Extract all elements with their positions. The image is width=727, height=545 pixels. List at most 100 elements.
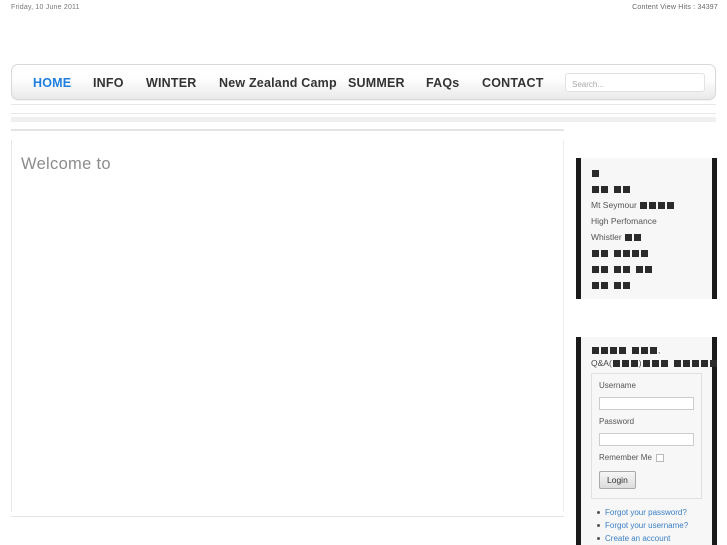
remember-me-row: Remember Me [599, 453, 694, 462]
login-title-punctuation: , [658, 345, 661, 355]
nav-item-contact[interactable]: CONTACT [482, 76, 544, 90]
sidebar-link-row[interactable] [591, 245, 702, 261]
login-title-prefix: Q&A( [591, 358, 612, 368]
sidebar-link-row[interactable] [591, 181, 702, 197]
nav-item-faqs[interactable]: FAQs [426, 76, 459, 90]
top-bar: Friday, 10 June 2011 Content View Hits :… [0, 0, 727, 20]
login-module-title: , Q&A() [591, 344, 717, 370]
missing-glyph-box [632, 347, 639, 354]
missing-glyph-box [592, 249, 599, 257]
missing-glyph-box [657, 201, 665, 209]
missing-glyph-box [624, 233, 632, 241]
username-label: Username [599, 381, 636, 390]
sidebar-link-row[interactable]: High Perfomance [591, 213, 702, 229]
missing-glyph-box [641, 347, 648, 354]
missing-glyph-box [632, 249, 639, 257]
missing-glyph-box [601, 347, 608, 354]
divider-band [11, 117, 716, 122]
missing-glyph-box [700, 360, 708, 367]
login-helper-links: Forgot your password? Forgot your usernam… [591, 506, 702, 545]
divider-line-3 [11, 129, 564, 131]
nav-item-new-zealand-camp[interactable]: New Zealand Camp [219, 76, 337, 90]
missing-glyph-box [614, 265, 621, 273]
missing-glyph-box [601, 185, 608, 193]
sidebar-link-row[interactable] [591, 277, 702, 293]
missing-glyph-box [601, 265, 608, 273]
login-title-mid: ) [638, 358, 642, 368]
main-content-area: Welcome to [11, 140, 564, 512]
page-title: Welcome to [21, 155, 111, 173]
nav-item-summer[interactable]: SUMMER [348, 76, 405, 90]
missing-glyph-box [623, 281, 630, 289]
missing-glyph-box [592, 169, 599, 177]
content-view-hits-label: Content View Hits : [632, 4, 696, 11]
login-module-right-bar [712, 337, 717, 545]
missing-glyph-box [691, 360, 699, 367]
missing-glyph-box [623, 265, 630, 273]
missing-glyph-box [666, 201, 674, 209]
missing-glyph-box [682, 360, 690, 367]
login-form: Username Password Remember Me Login [591, 373, 702, 499]
missing-glyph-box [592, 265, 599, 273]
missing-glyph-box [633, 233, 641, 241]
missing-glyph-box [592, 281, 599, 289]
divider-line-2 [11, 113, 716, 114]
missing-glyph-box [650, 347, 657, 354]
missing-glyph-box [641, 249, 648, 257]
missing-glyph-box [623, 249, 630, 257]
login-helper-link-item: Forgot your username? [597, 519, 702, 532]
search-input[interactable] [566, 76, 704, 93]
search-box[interactable] [565, 73, 705, 93]
sidebar-link-label: High Perfomance [591, 216, 657, 226]
sidebar-link-row[interactable] [591, 165, 702, 181]
current-date: Friday, 10 June 2011 [11, 4, 80, 11]
missing-glyph-box [623, 185, 630, 193]
username-input[interactable] [599, 397, 694, 410]
missing-glyph-box [645, 265, 652, 273]
missing-glyph-box [614, 249, 621, 257]
sidebar-link-label: Mt Seymour [591, 200, 637, 210]
missing-glyph-box [642, 360, 650, 367]
nav-item-home[interactable]: HOME [33, 76, 71, 90]
missing-glyph-box [709, 360, 717, 367]
missing-glyph-box [592, 185, 599, 193]
missing-glyph-box [639, 201, 647, 209]
login-helper-link-item: Create an account [597, 532, 702, 545]
login-helper-link[interactable]: Create an account [605, 534, 670, 543]
login-module-inner: , Q&A() Username Password Remember Me Log… [581, 337, 717, 545]
sidebar-links-module: Mt Seymour High Perfomance Whistler [576, 158, 717, 299]
missing-glyph-box [592, 347, 599, 354]
login-button[interactable]: Login [599, 471, 636, 489]
sidebar-link-label: Whistler [591, 232, 622, 242]
missing-glyph-box [651, 360, 659, 367]
nav-item-info[interactable]: INFO [93, 76, 124, 90]
remember-me-checkbox[interactable] [655, 453, 664, 462]
sidebar-link-row[interactable]: Whistler [591, 229, 702, 245]
missing-glyph-box [673, 360, 681, 367]
login-helper-link[interactable]: Forgot your password? [605, 508, 687, 517]
missing-glyph-box [614, 281, 621, 289]
missing-glyph-box [614, 185, 621, 193]
missing-glyph-box [601, 281, 608, 289]
missing-glyph-box [636, 265, 643, 273]
missing-glyph-box [610, 347, 617, 354]
sidebar-login-module: , Q&A() Username Password Remember Me Log… [576, 337, 717, 545]
login-helper-link-item: Forgot your password? [597, 506, 702, 519]
missing-glyph-box [612, 360, 620, 367]
divider-line-1 [11, 104, 716, 105]
main-navigation: HOME INFO WINTER New Zealand Camp SUMMER FAQs… [11, 64, 716, 100]
password-label: Password [599, 417, 635, 426]
password-input[interactable] [599, 433, 694, 446]
nav-item-winter[interactable]: WINTER [146, 76, 197, 90]
missing-glyph-box [630, 360, 638, 367]
sidebar-link-row[interactable] [591, 261, 702, 277]
missing-glyph-box [621, 360, 629, 367]
missing-glyph-box [619, 347, 626, 354]
content-view-hits: Content View Hits : 34397 [632, 4, 718, 11]
module-right-bar [712, 158, 717, 299]
missing-glyph-box [601, 249, 608, 257]
login-title-line-2: Q&A() [591, 357, 717, 370]
links-module-rows: Mt Seymour High Perfomance Whistler [581, 158, 712, 299]
login-helper-link[interactable]: Forgot your username? [605, 521, 688, 530]
sidebar-link-row[interactable]: Mt Seymour [591, 197, 702, 213]
